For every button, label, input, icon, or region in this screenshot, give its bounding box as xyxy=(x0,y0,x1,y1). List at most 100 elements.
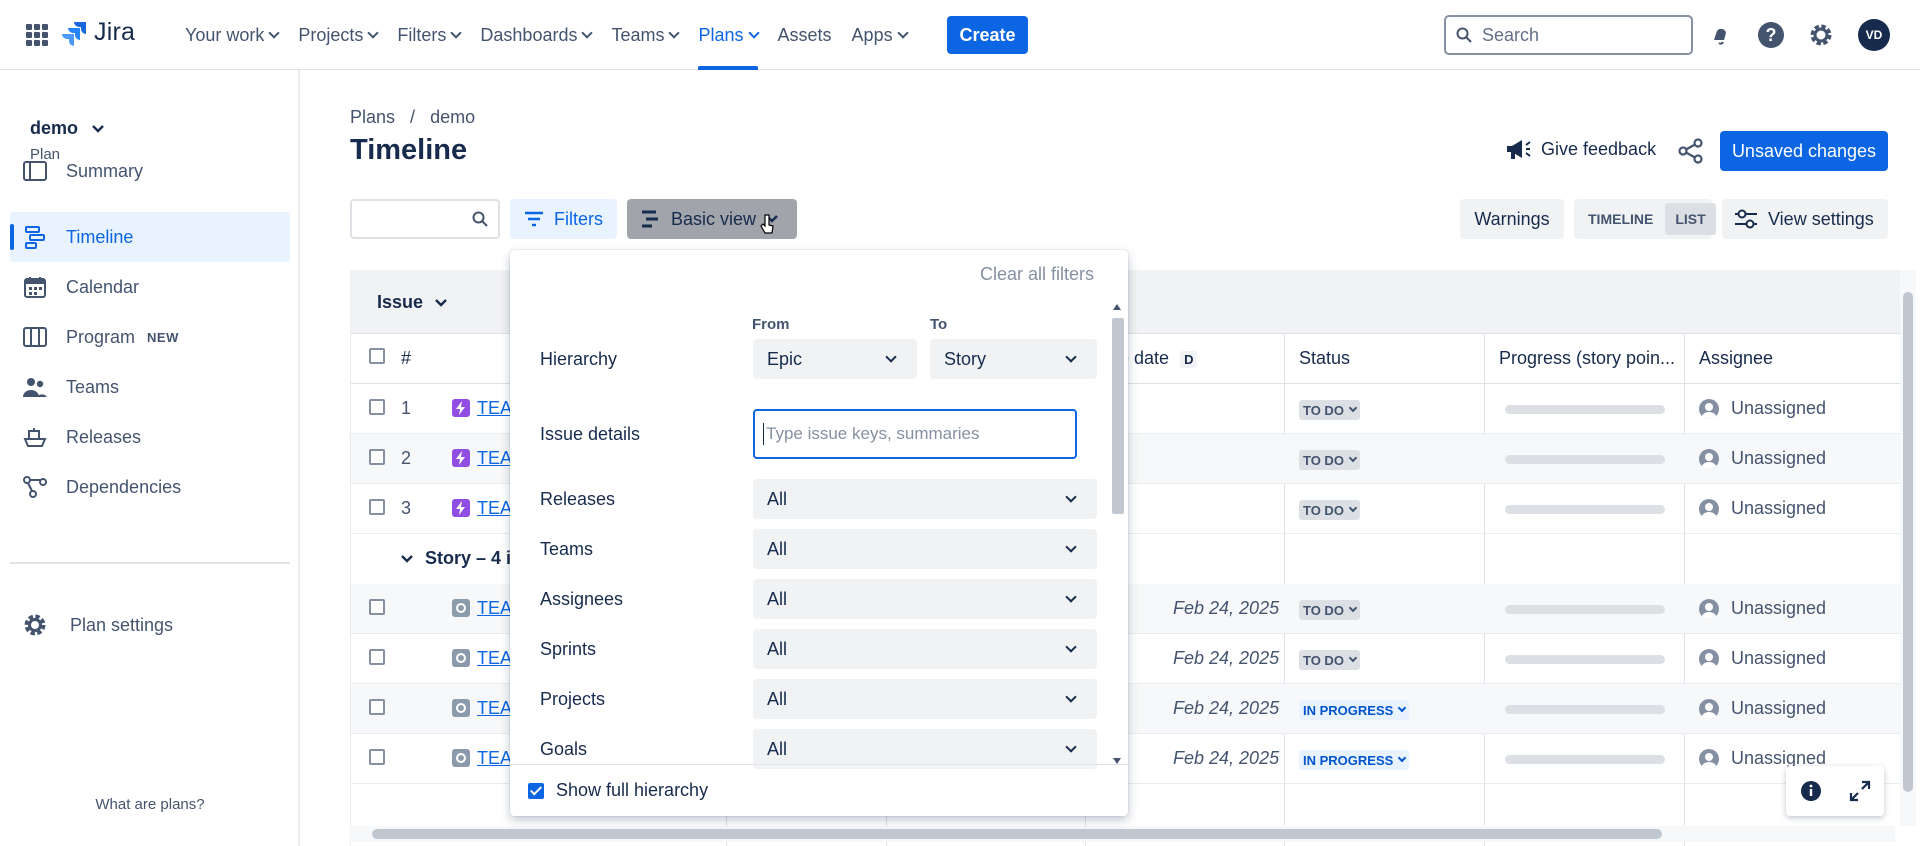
app-switcher-icon[interactable] xyxy=(26,24,48,46)
nav-item-teams[interactable]: Teams xyxy=(601,0,688,70)
expand-icon[interactable] xyxy=(1849,780,1871,802)
assignee-picker[interactable]: Unassigned xyxy=(1699,498,1826,519)
sidebar-item-summary[interactable]: Summary xyxy=(10,146,290,196)
panel-scrollbar[interactable] xyxy=(1110,302,1124,764)
sidebar-item-teams[interactable]: Teams xyxy=(10,362,290,412)
gear-icon xyxy=(22,612,48,638)
due-date[interactable]: Feb 24, 2025 xyxy=(1173,748,1279,769)
toggle-timeline[interactable]: TIMELINE xyxy=(1578,203,1663,235)
unsaved-changes-button[interactable]: Unsaved changes xyxy=(1720,131,1888,171)
issue-column-group[interactable]: Issue xyxy=(377,292,447,313)
teams-filter-select[interactable]: All xyxy=(753,529,1097,569)
row-checkbox[interactable] xyxy=(369,499,385,515)
projects-filter-select[interactable]: All xyxy=(753,679,1097,719)
assignee-picker[interactable]: Unassigned xyxy=(1699,598,1826,619)
assignees-filter-select[interactable]: All xyxy=(753,579,1097,619)
help-icon[interactable]: ? xyxy=(1756,20,1786,50)
chevron-down-icon xyxy=(1398,703,1407,713)
epic-type-icon xyxy=(452,449,470,467)
due-date[interactable]: Feb 24, 2025 xyxy=(1173,698,1279,719)
nav-item-your-work[interactable]: Your work xyxy=(175,0,288,70)
header-assignee[interactable]: Assignee xyxy=(1699,348,1773,369)
status-lozenge[interactable]: TO DO xyxy=(1299,400,1360,420)
info-icon[interactable] xyxy=(1800,780,1822,802)
issue-details-input[interactable]: Type issue keys, summaries xyxy=(753,409,1077,459)
row-checkbox[interactable] xyxy=(369,649,385,665)
sprints-filter-select[interactable]: All xyxy=(753,629,1097,669)
assignee-name: Unassigned xyxy=(1731,498,1827,518)
sidebar-item-dependencies[interactable]: Dependencies xyxy=(10,462,290,512)
row-checkbox[interactable] xyxy=(369,399,385,415)
row-checkbox[interactable] xyxy=(369,699,385,715)
sidebar-item-timeline[interactable]: Timeline xyxy=(10,212,290,262)
jira-logo-icon xyxy=(62,21,86,46)
status-lozenge[interactable]: TO DO xyxy=(1299,650,1360,670)
view-settings-button[interactable]: View settings xyxy=(1722,199,1888,239)
header-progress[interactable]: Progress (story poin... xyxy=(1499,348,1675,369)
assignee-picker[interactable]: Unassigned xyxy=(1699,398,1826,419)
horizontal-scroll-thumb[interactable] xyxy=(372,829,1662,839)
hierarchy-label: Hierarchy xyxy=(540,349,618,369)
select-all-checkbox[interactable] xyxy=(369,348,385,364)
nav-item-plans[interactable]: Plans xyxy=(688,0,767,70)
nav-item-filters[interactable]: Filters xyxy=(387,0,470,70)
sidebar-item-program[interactable]: Program NEW xyxy=(10,312,290,362)
assignee-picker[interactable]: Unassigned xyxy=(1699,698,1826,719)
row-checkbox[interactable] xyxy=(369,749,385,765)
goals-filter-select[interactable]: All xyxy=(753,729,1097,769)
nav-item-dashboards[interactable]: Dashboards xyxy=(470,0,601,70)
status-lozenge[interactable]: IN PROGRESS xyxy=(1299,700,1410,720)
unassigned-avatar-icon xyxy=(1699,698,1719,719)
releases-filter-value: All xyxy=(767,488,788,509)
create-button[interactable]: Create xyxy=(947,16,1028,54)
header-status[interactable]: Status xyxy=(1299,348,1350,369)
row-checkbox[interactable] xyxy=(369,449,385,465)
hierarchy-from-select[interactable]: Epic xyxy=(753,339,917,379)
vertical-scrollbar[interactable] xyxy=(1900,270,1916,826)
chevron-down-icon xyxy=(268,27,281,39)
timeline-search-input[interactable] xyxy=(350,199,500,239)
assignee-picker[interactable]: Unassigned xyxy=(1699,448,1826,469)
status-lozenge[interactable]: TO DO xyxy=(1299,500,1360,520)
breadcrumb-demo[interactable]: demo xyxy=(430,107,475,127)
filters-button[interactable]: Filters xyxy=(510,199,617,239)
share-icon[interactable] xyxy=(1676,136,1706,166)
vertical-scroll-thumb[interactable] xyxy=(1903,292,1913,792)
toggle-list[interactable]: LIST xyxy=(1665,203,1716,235)
show-full-hierarchy-checkbox[interactable] xyxy=(528,782,544,799)
show-full-hierarchy-toggle[interactable]: Show full hierarchy xyxy=(510,764,1128,816)
sidebar-item-releases[interactable]: Releases xyxy=(10,412,290,462)
assignee-picker[interactable]: Unassigned xyxy=(1699,648,1826,669)
nav-item-assets[interactable]: Assets xyxy=(768,0,842,70)
status-lozenge[interactable]: TO DO xyxy=(1299,600,1360,620)
nav-item-apps[interactable]: Apps xyxy=(842,0,917,70)
hierarchy-to-select[interactable]: Story xyxy=(930,339,1097,379)
scroll-up-arrow-icon[interactable] xyxy=(1113,304,1121,310)
user-avatar[interactable]: VD xyxy=(1858,19,1890,51)
unassigned-avatar-icon xyxy=(1699,748,1719,769)
jira-logo[interactable]: Jira xyxy=(62,18,135,47)
what-are-plans-link[interactable]: What are plans? xyxy=(0,796,300,813)
sidebar-item-plan-settings[interactable]: Plan settings xyxy=(10,600,290,650)
project-switcher[interactable]: demo xyxy=(30,118,104,139)
due-date[interactable]: Feb 24, 2025 xyxy=(1173,598,1279,619)
settings-gear-icon[interactable] xyxy=(1806,20,1836,50)
status-lozenge[interactable]: IN PROGRESS xyxy=(1299,750,1410,770)
nav-item-projects[interactable]: Projects xyxy=(288,0,387,70)
give-feedback-button[interactable]: Give feedback xyxy=(1505,137,1656,161)
header-due-date[interactable]: e date D xyxy=(1119,348,1198,369)
global-search-input[interactable]: Search xyxy=(1444,15,1693,55)
releases-filter-select[interactable]: All xyxy=(753,479,1097,519)
status-label: TO DO xyxy=(1303,452,1344,468)
row-checkbox[interactable] xyxy=(369,599,385,615)
horizontal-scrollbar[interactable] xyxy=(350,826,1895,842)
panel-scroll-thumb[interactable] xyxy=(1112,318,1124,514)
clear-all-filters-button[interactable]: Clear all filters xyxy=(980,264,1094,285)
sidebar-item-calendar[interactable]: Calendar xyxy=(10,262,290,312)
warnings-button[interactable]: Warnings xyxy=(1460,199,1564,239)
nav-item-label: Your work xyxy=(185,24,265,45)
notifications-icon[interactable] xyxy=(1706,20,1736,50)
status-lozenge[interactable]: TO DO xyxy=(1299,450,1360,470)
breadcrumb-plans[interactable]: Plans xyxy=(350,107,395,127)
due-date[interactable]: Feb 24, 2025 xyxy=(1173,648,1279,669)
